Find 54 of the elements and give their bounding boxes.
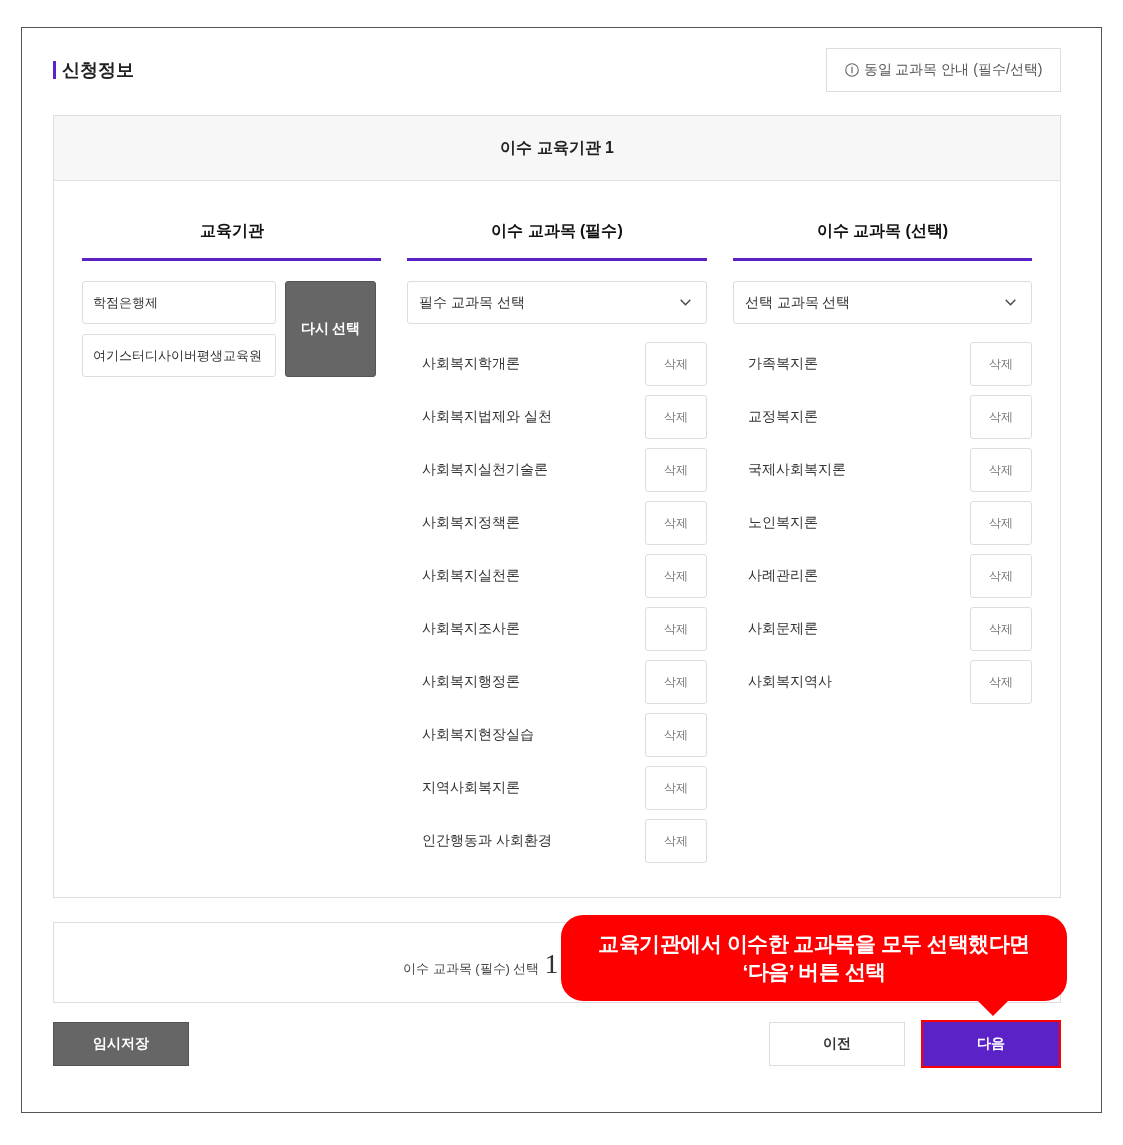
course-name: 사회복지실천기술론 [421, 461, 549, 479]
summary-label: 이수 교과목 (필수) 선택 [403, 960, 540, 978]
course-name: 사회복지학개론 [421, 355, 521, 373]
course-name: 사례관리론 [746, 567, 818, 585]
delete-button[interactable]: 삭제 [644, 342, 707, 386]
course-select[interactable]: 선택 교과목 선택 [732, 281, 1032, 324]
course-name: 인간행동과 사회환경 [421, 832, 553, 850]
course-select[interactable]: 필수 교과목 선택 [407, 281, 707, 324]
delete-button[interactable]: 삭제 [970, 448, 1032, 492]
institution-field[interactable]: 학점은행제 [82, 281, 276, 324]
reselect-button[interactable]: 다시 선택 [285, 281, 376, 377]
panel-title: 이수 교육기관 1 [500, 137, 614, 158]
guide-button[interactable]: 동일 교과목 안내 (필수/선택) [826, 48, 1061, 92]
delete-button[interactable]: 삭제 [970, 395, 1032, 439]
course-name: 가족복지론 [746, 355, 818, 373]
delete-button[interactable]: 삭제 [970, 342, 1032, 386]
callout-text: 교육기관에서 이수한 교과목을 모두 선택했다면 ‘다음’ 버튼 선택 [598, 931, 1030, 985]
save-draft-button[interactable]: 임시저장 [53, 1022, 189, 1066]
delete-button[interactable]: 삭제 [970, 501, 1032, 545]
column-heading: 교육기관 [199, 222, 264, 239]
delete-button[interactable]: 삭제 [644, 819, 707, 863]
course-name: 노인복지론 [746, 514, 818, 532]
course-name: 사회복지법제와 실천 [421, 408, 553, 426]
info-icon [844, 63, 859, 77]
column-heading: 이수 교과목 (필수) [491, 222, 623, 239]
chevron-down-icon [679, 299, 691, 306]
delete-button[interactable]: 삭제 [644, 766, 707, 810]
column-heading: 이수 교과목 (선택) [816, 222, 949, 239]
delete-button[interactable]: 삭제 [970, 607, 1032, 651]
delete-button[interactable]: 삭제 [644, 607, 707, 651]
delete-button[interactable]: 삭제 [644, 395, 707, 439]
chevron-down-icon [1005, 299, 1016, 306]
course-name: 국제사회복지론 [746, 461, 846, 479]
section-title: 신청정보 [53, 61, 134, 79]
course-name: 사회복지행정론 [421, 673, 521, 691]
course-name: 사회복지실천론 [421, 567, 521, 585]
course-name: 사회복지조사론 [421, 620, 521, 638]
course-name: 교정복지론 [746, 408, 818, 426]
next-button[interactable]: 다음 [921, 1020, 1061, 1068]
institution-field[interactable]: 여기스터디사이버평생교육원 [82, 334, 276, 377]
delete-button[interactable]: 삭제 [644, 660, 707, 704]
delete-button[interactable]: 삭제 [644, 554, 707, 598]
delete-button[interactable]: 삭제 [970, 660, 1032, 704]
delete-button[interactable]: 삭제 [644, 713, 707, 757]
course-name: 지역사회복지론 [421, 779, 521, 797]
delete-button[interactable]: 삭제 [970, 554, 1032, 598]
delete-button[interactable]: 삭제 [644, 501, 707, 545]
summary-count: 1 [544, 948, 559, 980]
course-name: 사회복지역사 [746, 673, 832, 691]
course-name: 사회복지현장실습 [421, 726, 535, 744]
delete-button[interactable]: 삭제 [644, 448, 707, 492]
previous-button[interactable]: 이전 [769, 1022, 905, 1066]
course-name: 사회복지정책론 [421, 514, 521, 532]
course-name: 사회문제론 [746, 620, 818, 638]
